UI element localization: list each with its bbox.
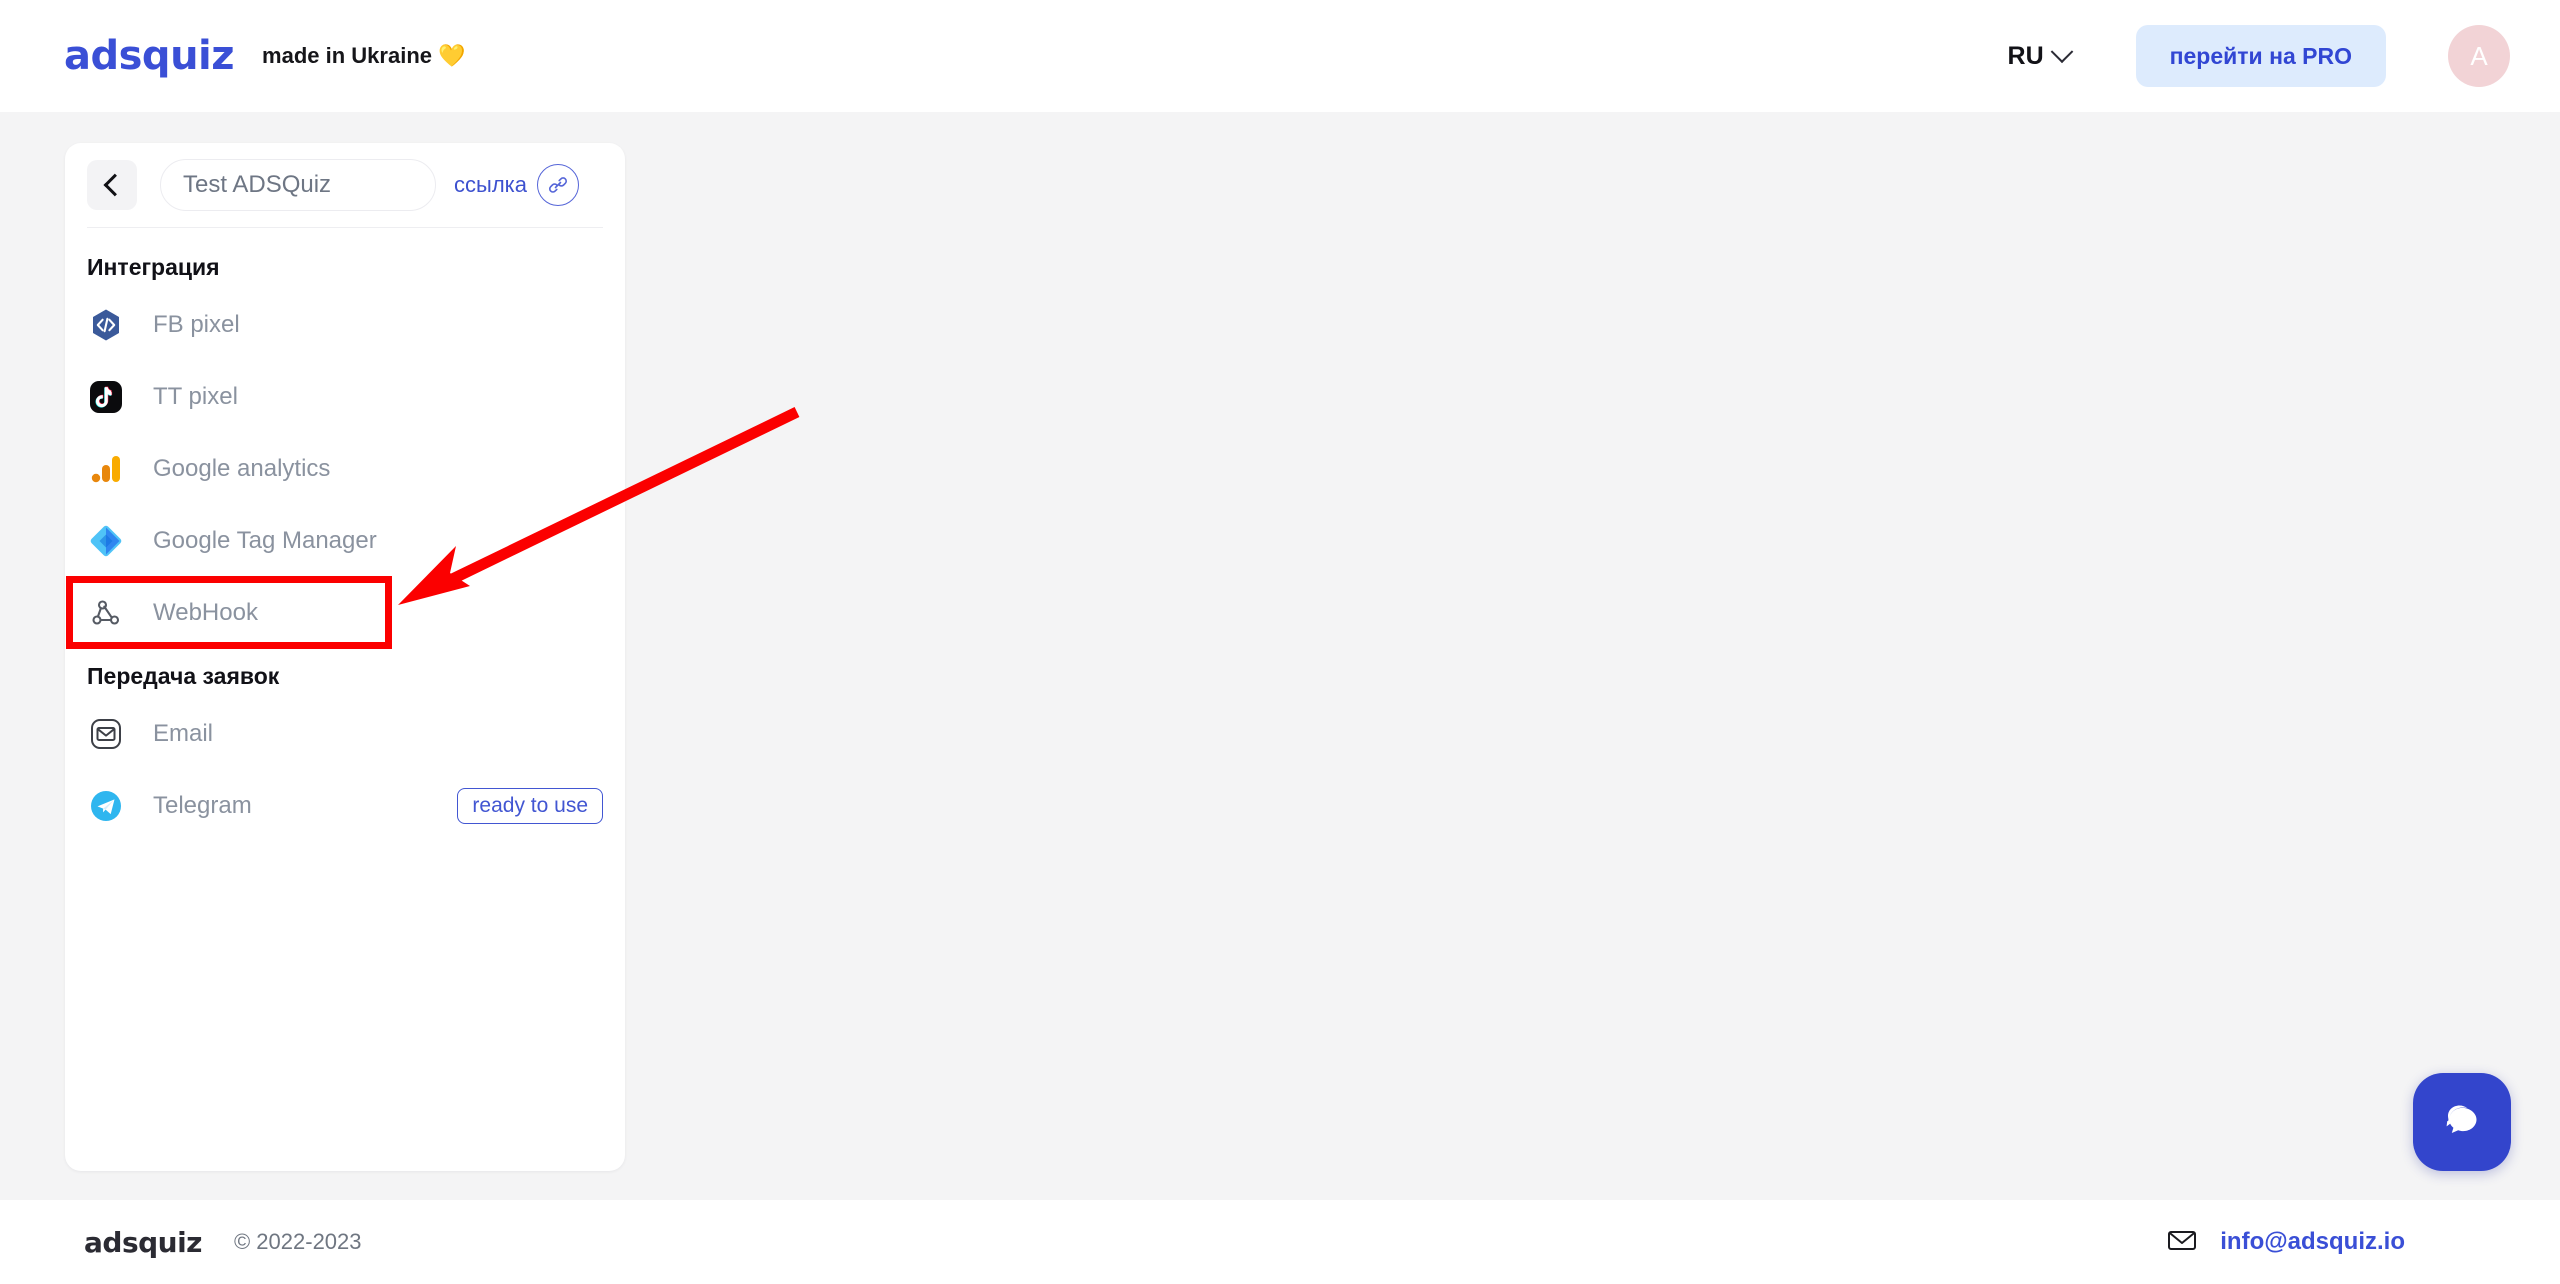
- brand: adsquiz made in Ukraine 💛: [64, 33, 466, 79]
- footer-logo: adsquiz: [84, 1225, 202, 1259]
- fb-pixel-icon: [87, 306, 125, 344]
- avatar-initial: A: [2470, 40, 2488, 71]
- yellow-heart-icon: 💛: [438, 43, 466, 68]
- upgrade-to-pro-button[interactable]: перейти на PRO: [2135, 25, 2386, 87]
- header-actions: RU перейти на PRO A: [2004, 25, 2510, 87]
- envelope-icon: [2166, 1224, 2198, 1261]
- language-label: RU: [2007, 41, 2044, 70]
- list-item-label: WebHook: [153, 599, 258, 626]
- list-item-telegram[interactable]: Telegram ready to use: [65, 770, 625, 842]
- list-item-label: TT pixel: [153, 383, 238, 410]
- list-item-webhook[interactable]: WebHook: [65, 577, 625, 649]
- contact-email[interactable]: info@adsquiz.io: [2220, 1228, 2405, 1256]
- chevron-down-icon: [2050, 40, 2073, 64]
- tagline: made in Ukraine 💛: [262, 43, 465, 69]
- section-title-lead-delivery: Передача заявок: [87, 663, 280, 689]
- app-logo[interactable]: adsquiz: [64, 33, 235, 79]
- list-item-label: FB pixel: [153, 311, 240, 338]
- link-icon: [537, 164, 579, 206]
- top-header: adsquiz made in Ukraine 💛 RU перейти на …: [0, 0, 2560, 112]
- list-item-fb-pixel[interactable]: FB pixel: [65, 289, 625, 361]
- quiz-link-action[interactable]: ссылка: [454, 164, 579, 206]
- footer-brand: adsquiz © 2022-2023: [84, 1226, 362, 1259]
- list-item-label: Google Tag Manager: [153, 527, 377, 554]
- list-item-google-analytics[interactable]: Google analytics: [65, 433, 625, 505]
- list-item-label: Email: [153, 720, 214, 747]
- list-item-label: Google analytics: [153, 455, 331, 482]
- chevron-left-icon: [103, 173, 127, 197]
- google-tag-manager-icon: [87, 522, 125, 560]
- footer-contact[interactable]: info@adsquiz.io: [2166, 1224, 2405, 1261]
- back-button[interactable]: [87, 160, 137, 210]
- tiktok-pixel-icon: [87, 378, 125, 416]
- email-icon: [87, 715, 125, 753]
- telegram-icon: [87, 787, 125, 825]
- list-item-label: Telegram: [153, 792, 252, 819]
- webhook-icon: [87, 594, 125, 632]
- app-root: adsquiz made in Ukraine 💛 RU перейти на …: [0, 0, 2560, 1284]
- list-item-tt-pixel[interactable]: TT pixel: [65, 361, 625, 433]
- section-title-integration: Интеграция: [87, 254, 220, 280]
- google-analytics-icon: [87, 450, 125, 488]
- copyright-text: © 2022-2023: [233, 1229, 362, 1254]
- panel-header: ссылка: [65, 143, 625, 227]
- chat-bubbles-icon: [2435, 1094, 2489, 1151]
- avatar[interactable]: A: [2448, 25, 2510, 87]
- quiz-name-input[interactable]: [160, 159, 436, 211]
- page-footer: adsquiz © 2022-2023 info@adsquiz.io: [0, 1200, 2560, 1284]
- language-selector[interactable]: RU: [2004, 34, 2074, 79]
- quiz-link-label: ссылка: [454, 172, 527, 197]
- integrations-panel: ссылка Интеграция: [65, 143, 625, 1171]
- panel-body: Интеграция FB pixel TT pixel Google anal…: [65, 228, 625, 842]
- tagline-text: made in Ukraine: [262, 43, 432, 68]
- status-badge: ready to use: [457, 788, 603, 824]
- chat-widget-button[interactable]: [2413, 1073, 2511, 1171]
- list-item-email[interactable]: Email: [65, 698, 625, 770]
- list-item-google-tag-manager[interactable]: Google Tag Manager: [65, 505, 625, 577]
